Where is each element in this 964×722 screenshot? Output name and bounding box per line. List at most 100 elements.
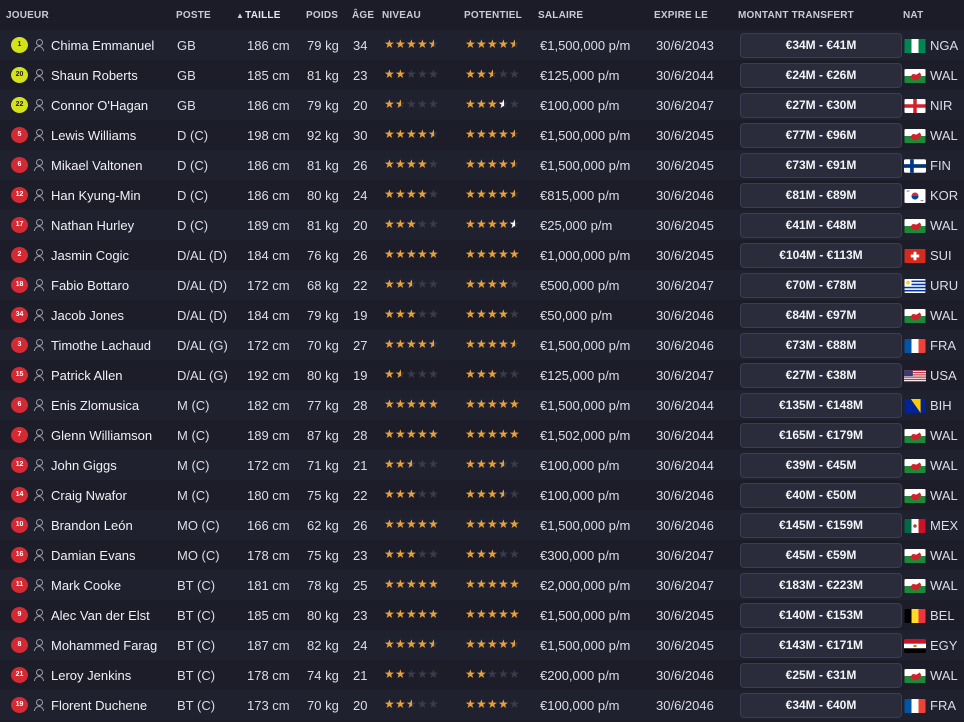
player-name[interactable]: Han Kyung-Min bbox=[51, 188, 141, 203]
transfer-value-badge[interactable]: €27M - €30M bbox=[740, 93, 902, 118]
player-profile-icon[interactable] bbox=[33, 309, 44, 321]
table-row[interactable]: 8 Mohammed Farag BT (C) 187 cm 82 kg 24 … bbox=[0, 630, 964, 660]
col-header-player[interactable]: JOUEUR bbox=[6, 10, 49, 21]
player-name[interactable]: Timothe Lachaud bbox=[51, 338, 151, 353]
player-profile-icon[interactable] bbox=[33, 459, 44, 471]
player-profile-icon[interactable] bbox=[33, 399, 44, 411]
transfer-value-badge[interactable]: €84M - €97M bbox=[740, 303, 902, 328]
table-row[interactable]: 5 Lewis Williams D (C) 198 cm 92 kg 30 ★… bbox=[0, 120, 964, 150]
player-name[interactable]: Mohammed Farag bbox=[51, 638, 157, 653]
table-row[interactable]: 12 Han Kyung-Min D (C) 186 cm 80 kg 24 ★… bbox=[0, 180, 964, 210]
table-row[interactable]: 2 Jasmin Cogic D/AL (D) 184 cm 76 kg 26 … bbox=[0, 240, 964, 270]
table-row[interactable]: 19 Florent Duchene BT (C) 173 cm 70 kg 2… bbox=[0, 690, 964, 720]
table-row[interactable]: 16 Damian Evans MO (C) 178 cm 75 kg 23 ★… bbox=[0, 540, 964, 570]
player-profile-icon[interactable] bbox=[33, 69, 44, 81]
player-name[interactable]: Connor O'Hagan bbox=[51, 98, 148, 113]
transfer-value-badge[interactable]: €77M - €96M bbox=[740, 123, 902, 148]
transfer-value-badge[interactable]: €39M - €45M bbox=[740, 453, 902, 478]
table-row[interactable]: 10 Brandon León MO (C) 166 cm 62 kg 26 ★… bbox=[0, 510, 964, 540]
table-row[interactable]: 7 Glenn Williamson M (C) 189 cm 87 kg 28… bbox=[0, 420, 964, 450]
table-row[interactable]: 34 Jacob Jones D/AL (D) 184 cm 79 kg 19 … bbox=[0, 300, 964, 330]
player-name[interactable]: Jacob Jones bbox=[51, 308, 124, 323]
player-name[interactable]: Florent Duchene bbox=[51, 698, 147, 713]
col-header-level[interactable]: NIVEAU bbox=[382, 10, 421, 21]
player-name[interactable]: Mark Cooke bbox=[51, 578, 121, 593]
player-name[interactable]: Enis Zlomusica bbox=[51, 398, 139, 413]
player-name[interactable]: Jasmin Cogic bbox=[51, 248, 129, 263]
player-profile-icon[interactable] bbox=[33, 279, 44, 291]
player-profile-icon[interactable] bbox=[33, 609, 44, 621]
table-row[interactable]: 20 Shaun Roberts GB 185 cm 81 kg 23 ★★★★… bbox=[0, 60, 964, 90]
transfer-value-badge[interactable]: €34M - €41M bbox=[740, 33, 902, 58]
table-row[interactable]: 3 Timothe Lachaud D/AL (G) 172 cm 70 kg … bbox=[0, 330, 964, 360]
player-profile-icon[interactable] bbox=[33, 159, 44, 171]
player-profile-icon[interactable] bbox=[33, 219, 44, 231]
transfer-value-badge[interactable]: €70M - €78M bbox=[740, 273, 902, 298]
transfer-value-badge[interactable]: €183M - €223M bbox=[740, 573, 902, 598]
player-name[interactable]: Patrick Allen bbox=[51, 368, 123, 383]
col-header-weight[interactable]: POIDS bbox=[306, 10, 338, 21]
col-header-position[interactable]: POSTE bbox=[176, 10, 211, 21]
table-row[interactable]: 12 John Giggs M (C) 172 cm 71 kg 21 ★★★ ★… bbox=[0, 450, 964, 480]
transfer-value-badge[interactable]: €34M - €40M bbox=[740, 693, 902, 718]
player-name[interactable]: Mikael Valtonen bbox=[51, 158, 143, 173]
player-name[interactable]: Glenn Williamson bbox=[51, 428, 152, 443]
transfer-value-badge[interactable]: €145M - €159M bbox=[740, 513, 902, 538]
transfer-value-badge[interactable]: €81M - €89M bbox=[740, 183, 902, 208]
player-name[interactable]: John Giggs bbox=[51, 458, 117, 473]
player-profile-icon[interactable] bbox=[33, 39, 44, 51]
table-row[interactable]: 17 Nathan Hurley D (C) 189 cm 81 kg 20 ★… bbox=[0, 210, 964, 240]
transfer-value-badge[interactable]: €140M - €153M bbox=[740, 603, 902, 628]
table-row[interactable]: 21 Leroy Jenkins BT (C) 178 cm 74 kg 21 … bbox=[0, 660, 964, 690]
player-profile-icon[interactable] bbox=[33, 189, 44, 201]
col-header-potential[interactable]: POTENTIEL bbox=[464, 10, 522, 21]
transfer-value-badge[interactable]: €41M - €48M bbox=[740, 213, 902, 238]
player-profile-icon[interactable] bbox=[33, 249, 44, 261]
transfer-value-badge[interactable]: €45M - €59M bbox=[740, 543, 902, 568]
player-profile-icon[interactable] bbox=[33, 579, 44, 591]
col-header-height[interactable]: ▲TAILLE bbox=[236, 10, 281, 21]
table-row[interactable]: 14 Craig Nwafor M (C) 180 cm 75 kg 22 ★★… bbox=[0, 480, 964, 510]
table-row[interactable]: 15 Patrick Allen D/AL (G) 192 cm 80 kg 1… bbox=[0, 360, 964, 390]
player-profile-icon[interactable] bbox=[33, 429, 44, 441]
transfer-value-badge[interactable]: €135M - €148M bbox=[740, 393, 902, 418]
transfer-value-badge[interactable]: €40M - €50M bbox=[740, 483, 902, 508]
col-header-transfer-value[interactable]: MONTANT TRANSFERT bbox=[738, 10, 854, 21]
transfer-value-badge[interactable]: €25M - €31M bbox=[740, 663, 902, 688]
player-name[interactable]: Nathan Hurley bbox=[51, 218, 134, 233]
player-profile-icon[interactable] bbox=[33, 519, 44, 531]
transfer-value-badge[interactable]: €104M - €113M bbox=[740, 243, 902, 268]
col-header-age[interactable]: ÂGE bbox=[352, 10, 374, 21]
transfer-value-badge[interactable]: €165M - €179M bbox=[740, 423, 902, 448]
table-row[interactable]: 9 Alec Van der Elst BT (C) 185 cm 80 kg … bbox=[0, 600, 964, 630]
player-name[interactable]: Lewis Williams bbox=[51, 128, 136, 143]
player-profile-icon[interactable] bbox=[33, 699, 44, 711]
player-profile-icon[interactable] bbox=[33, 339, 44, 351]
col-header-salary[interactable]: SALAIRE bbox=[538, 10, 583, 21]
col-header-nationality[interactable]: NAT bbox=[903, 10, 923, 21]
table-row[interactable]: 22 Connor O'Hagan GB 186 cm 79 kg 20 ★★ ★… bbox=[0, 90, 964, 120]
player-profile-icon[interactable] bbox=[33, 99, 44, 111]
player-name[interactable]: Craig Nwafor bbox=[51, 488, 127, 503]
table-row[interactable]: 6 Enis Zlomusica M (C) 182 cm 77 kg 28 ★… bbox=[0, 390, 964, 420]
transfer-value-badge[interactable]: €73M - €88M bbox=[740, 333, 902, 358]
player-name[interactable]: Brandon León bbox=[51, 518, 133, 533]
player-name[interactable]: Alec Van der Elst bbox=[51, 608, 150, 623]
player-profile-icon[interactable] bbox=[33, 549, 44, 561]
player-profile-icon[interactable] bbox=[33, 669, 44, 681]
player-profile-icon[interactable] bbox=[33, 129, 44, 141]
player-name[interactable]: Chima Emmanuel bbox=[51, 38, 154, 53]
transfer-value-badge[interactable]: €27M - €38M bbox=[740, 363, 902, 388]
player-profile-icon[interactable] bbox=[33, 639, 44, 651]
player-name[interactable]: Leroy Jenkins bbox=[51, 668, 131, 683]
table-row[interactable]: 1 Chima Emmanuel GB 186 cm 79 kg 34 ★★★★… bbox=[0, 30, 964, 60]
player-name[interactable]: Shaun Roberts bbox=[51, 68, 138, 83]
table-row[interactable]: 6 Mikael Valtonen D (C) 186 cm 81 kg 26 … bbox=[0, 150, 964, 180]
player-profile-icon[interactable] bbox=[33, 489, 44, 501]
col-header-expiry[interactable]: EXPIRE LE bbox=[654, 10, 708, 21]
player-profile-icon[interactable] bbox=[33, 369, 44, 381]
transfer-value-badge[interactable]: €143M - €171M bbox=[740, 633, 902, 658]
transfer-value-badge[interactable]: €24M - €26M bbox=[740, 63, 902, 88]
table-row[interactable]: 11 Mark Cooke BT (C) 181 cm 78 kg 25 ★★★… bbox=[0, 570, 964, 600]
player-name[interactable]: Damian Evans bbox=[51, 548, 136, 563]
